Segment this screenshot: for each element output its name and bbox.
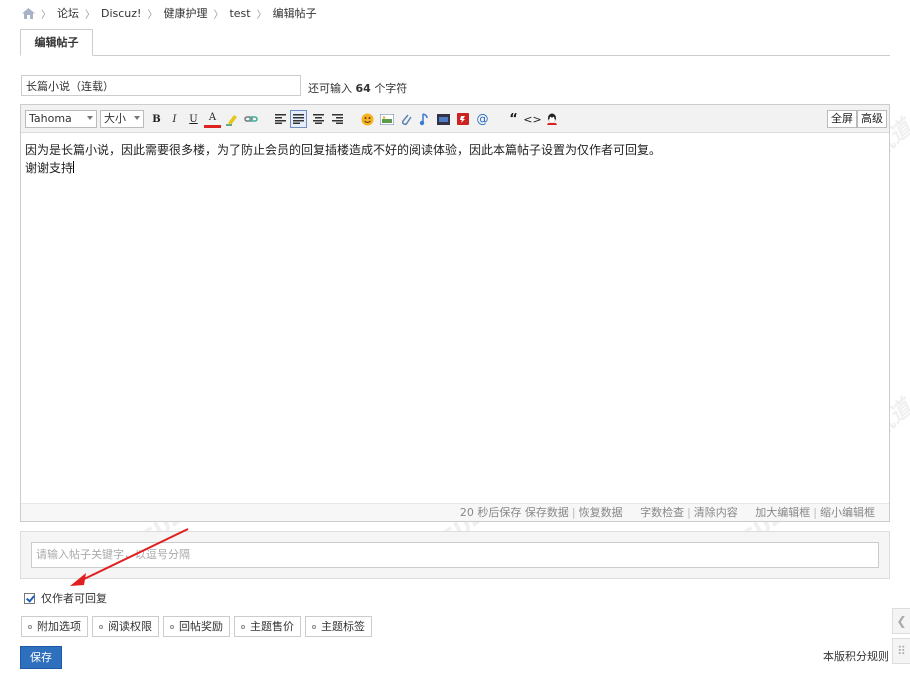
code-icon[interactable]: <> bbox=[523, 110, 541, 128]
dot-icon bbox=[99, 624, 103, 629]
at-icon[interactable]: @ bbox=[474, 110, 491, 128]
font-family-value: Tahoma bbox=[29, 112, 72, 125]
quote-icon[interactable]: “ bbox=[505, 110, 522, 128]
music-icon[interactable] bbox=[416, 110, 433, 128]
breadcrumb: 〉 论坛 〉 Discuz! 〉 健康护理 〉 test 〉 编辑帖子 bbox=[22, 5, 317, 21]
breadcrumb-item-forum[interactable]: 论坛 bbox=[57, 5, 79, 21]
content-line-text: 谢谢支持 bbox=[25, 161, 74, 175]
autosave-countdown: 20 秒后保存 bbox=[459, 506, 522, 519]
highlight-icon[interactable] bbox=[223, 110, 240, 128]
dot-icon bbox=[170, 624, 174, 629]
breadcrumb-item-current: 编辑帖子 bbox=[272, 7, 317, 20]
hint-count: 64 bbox=[355, 82, 371, 95]
shrink-editor-link[interactable]: 缩小编辑框 bbox=[820, 506, 875, 519]
text-color-label: A bbox=[208, 112, 217, 123]
hint-suffix: 个字符 bbox=[374, 82, 408, 95]
advanced-button[interactable]: 高级 bbox=[857, 110, 887, 128]
italic-button[interactable]: I bbox=[166, 110, 183, 128]
bold-label: B bbox=[152, 113, 161, 125]
tags-input[interactable]: 请输入帖子关键字，以逗号分隔 bbox=[31, 542, 879, 568]
option-label: 回帖奖励 bbox=[179, 620, 223, 633]
editor-statusbar: 20 秒后保存 保存数据 | 恢复数据 字数检查 | 清除内容 加大编辑框 | 缩小编辑框 bbox=[21, 503, 889, 521]
align-justify-icon[interactable] bbox=[290, 110, 307, 128]
thread-tags-button[interactable]: 主题标签 bbox=[305, 616, 372, 637]
option-label: 主题售价 bbox=[250, 620, 294, 633]
fullscreen-button[interactable]: 全屏 bbox=[827, 110, 857, 128]
breadcrumb-separator: 〉 bbox=[85, 9, 95, 21]
separator: | bbox=[687, 506, 691, 519]
edge-grid-icon[interactable]: ⠿ bbox=[892, 638, 910, 664]
author-only-checkbox[interactable] bbox=[24, 592, 35, 604]
underline-button[interactable]: U bbox=[185, 110, 202, 128]
subject-input[interactable] bbox=[21, 75, 301, 96]
read-permission-button[interactable]: 阅读权限 bbox=[92, 616, 159, 637]
dot-icon bbox=[312, 624, 316, 629]
tab-bar: 编辑帖子 bbox=[20, 29, 890, 56]
clear-content-link[interactable]: 清除内容 bbox=[694, 506, 738, 519]
breadcrumb-separator: 〉 bbox=[213, 9, 224, 21]
tags-panel: 请输入帖子关键字，以逗号分隔 bbox=[20, 531, 890, 579]
align-left-icon[interactable] bbox=[272, 110, 289, 128]
save-data-link[interactable]: 保存数据 bbox=[525, 506, 569, 519]
attachment-icon[interactable] bbox=[397, 110, 414, 128]
save-button[interactable]: 保存 bbox=[20, 646, 62, 669]
breadcrumb-separator: 〉 bbox=[147, 9, 158, 21]
option-label: 附加选项 bbox=[37, 620, 81, 633]
align-right-icon[interactable] bbox=[329, 110, 346, 128]
video-icon[interactable] bbox=[435, 110, 452, 128]
post-editor: Tahoma 大小 B I U A @ “ <> 全屏 高级 因为是长篇小说，因… bbox=[20, 104, 890, 522]
tab-edit-post[interactable]: 编辑帖子 bbox=[20, 29, 93, 56]
breadcrumb-item-health[interactable]: 健康护理 bbox=[163, 5, 207, 21]
text-caret bbox=[73, 161, 75, 173]
breadcrumb-item-test[interactable]: test bbox=[229, 7, 250, 20]
breadcrumb-separator: 〉 bbox=[256, 9, 267, 21]
emoji-icon[interactable] bbox=[359, 110, 376, 128]
extra-options-button[interactable]: 附加选项 bbox=[21, 616, 88, 637]
home-icon[interactable] bbox=[22, 7, 35, 19]
chevron-down-icon bbox=[134, 116, 140, 120]
enlarge-editor-link[interactable]: 加大编辑框 bbox=[755, 506, 810, 519]
link-icon[interactable] bbox=[242, 110, 259, 128]
credit-rules-link[interactable]: 本版积分规则 bbox=[823, 648, 889, 664]
dot-icon bbox=[241, 624, 245, 629]
separator: | bbox=[813, 506, 817, 519]
font-family-select[interactable]: Tahoma bbox=[25, 110, 97, 128]
hint-prefix: 还可输入 bbox=[308, 82, 352, 95]
content-line: 谢谢支持 bbox=[25, 159, 885, 177]
dot-icon bbox=[28, 624, 32, 629]
subject-char-hint: 还可输入 64 个字符 bbox=[308, 80, 407, 96]
editor-content[interactable]: 因为是长篇小说，因此需要很多楼，为了防止会员的回复插楼造成不好的阅读体验，因此本… bbox=[25, 141, 885, 177]
restore-data-link[interactable]: 恢复数据 bbox=[579, 506, 623, 519]
post-options: 附加选项 阅读权限 回帖奖励 主题售价 主题标签 bbox=[21, 616, 372, 637]
option-label: 阅读权限 bbox=[108, 620, 152, 633]
italic-label: I bbox=[172, 113, 177, 125]
editor-toolbar: Tahoma 大小 B I U A @ “ <> 全屏 高级 bbox=[21, 105, 889, 133]
text-color-button[interactable]: A bbox=[204, 110, 221, 128]
font-size-value: 大小 bbox=[104, 112, 126, 125]
flash-icon[interactable] bbox=[454, 110, 471, 128]
breadcrumb-separator: 〉 bbox=[41, 9, 51, 21]
font-size-select[interactable]: 大小 bbox=[100, 110, 144, 128]
breadcrumb-item-discuz[interactable]: Discuz! bbox=[101, 7, 141, 20]
word-check-link[interactable]: 字数检查 bbox=[640, 506, 684, 519]
thread-price-button[interactable]: 主题售价 bbox=[234, 616, 301, 637]
bold-button[interactable]: B bbox=[148, 110, 165, 128]
align-center-icon[interactable] bbox=[310, 110, 327, 128]
separator: | bbox=[571, 506, 576, 519]
option-label: 主题标签 bbox=[321, 620, 365, 633]
image-icon[interactable] bbox=[378, 110, 395, 128]
reply-reward-button[interactable]: 回帖奖励 bbox=[163, 616, 230, 637]
author-only-row[interactable]: 仅作者可回复 bbox=[24, 590, 107, 606]
content-line: 因为是长篇小说，因此需要很多楼，为了防止会员的回复插楼造成不好的阅读体验，因此本… bbox=[25, 143, 662, 157]
edge-toggle-icon[interactable]: ❮ bbox=[892, 608, 910, 634]
underline-label: U bbox=[189, 113, 198, 125]
author-only-label: 仅作者可回复 bbox=[41, 592, 107, 605]
chevron-down-icon bbox=[87, 116, 93, 120]
qq-icon[interactable] bbox=[543, 110, 560, 128]
